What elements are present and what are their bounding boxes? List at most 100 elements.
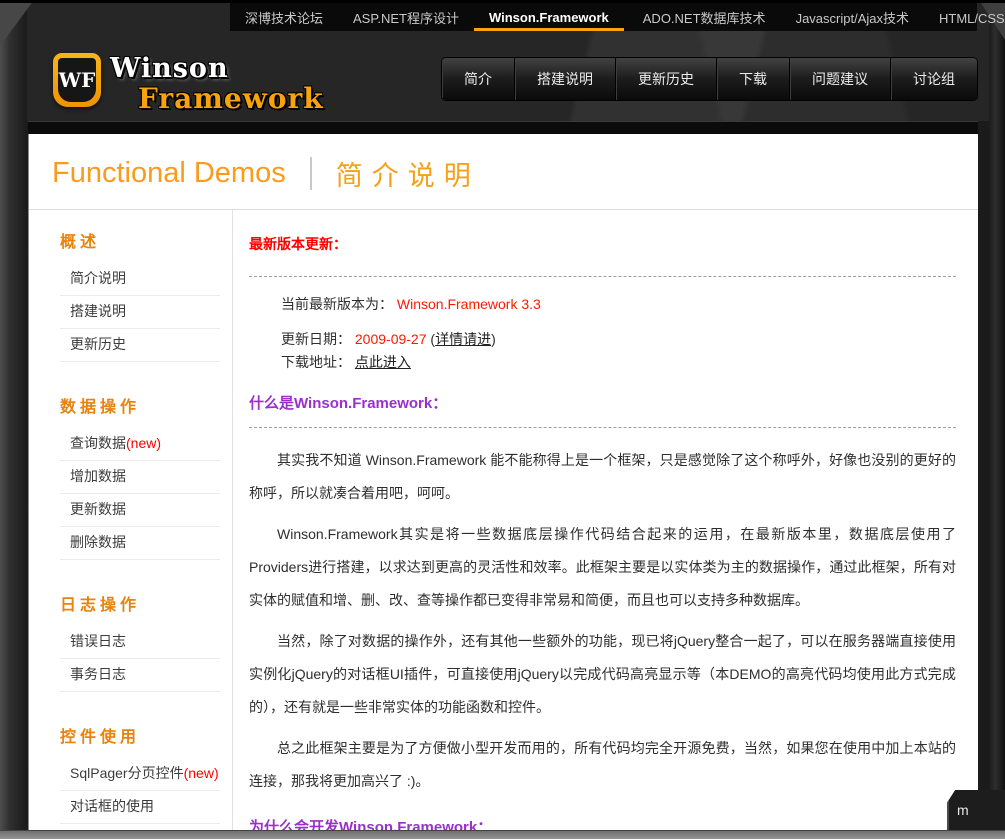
sidebar-item-label: 更新历史 (70, 336, 126, 352)
dashed-divider (249, 276, 956, 277)
sidebar-item[interactable]: 搭建说明 (60, 296, 220, 329)
sidebar-section: 概述 简介说明搭建说明更新历史 (60, 228, 232, 362)
update-date-label: 更新日期： (281, 331, 351, 347)
top-tab-label: Javascript/Ajax技术 (796, 8, 909, 27)
frame-top-edge (0, 0, 1005, 3)
download-link[interactable]: 点此进入 (355, 354, 411, 370)
content-top-strip (28, 121, 978, 134)
wf-logo-icon: WF (53, 53, 101, 107)
content-columns: 概述 简介说明搭建说明更新历史 数据操作 查询数据(new)增加数据更新数据删除… (29, 210, 978, 830)
nav-button[interactable]: 下载 (717, 58, 790, 100)
paren-close: ) (491, 331, 496, 347)
page-background: 深博技术论坛 ASP.NET程序设计 Winson.Framework ADO.… (0, 0, 1005, 839)
frame-left-edge (0, 0, 27, 831)
sidebar-item-label: 删除数据 (70, 534, 126, 550)
content-body: Functional Demos 简介说明 概述 简介说明搭建说明更新历史 数据… (28, 134, 978, 830)
top-tab[interactable]: ADO.NET数据库技术 (628, 3, 781, 31)
watermark-text: m (957, 802, 969, 818)
sidebar-item-label: 简介说明 (70, 270, 126, 286)
page-title-en: Functional Demos (52, 157, 286, 190)
logo-title: Winson (110, 55, 324, 82)
top-tab[interactable]: 深博技术论坛 (230, 3, 338, 31)
sidebar-item[interactable]: SqlPager分页控件(new) (60, 758, 220, 791)
nav-button[interactable]: 搭建说明 (515, 58, 616, 100)
sidebar: 概述 简介说明搭建说明更新历史 数据操作 查询数据(new)增加数据更新数据删除… (29, 210, 233, 830)
article-section: 为什么会开发Winson.Framework： 开发这个框架，是因为我发现如果做… (249, 816, 956, 830)
article-sections: 什么是Winson.Framework： 其实我不知道 Winson.Frame… (249, 392, 956, 830)
section-heading: 什么是Winson.Framework： (249, 392, 956, 413)
update-date-value: 2009-09-27 (355, 331, 427, 347)
page-title: Functional Demos 简介说明 (29, 134, 978, 209)
logo-subtitle: Framework (138, 85, 324, 113)
top-tab[interactable]: ASP.NET程序设计 (338, 3, 474, 31)
section-paragraphs: 其实我不知道 Winson.Framework 能不能称得上是一个框架，只是感觉… (249, 444, 956, 798)
logo-badge-text: WF (58, 58, 96, 102)
frame-bottom-edge (0, 830, 1005, 839)
sidebar-list: 简介说明搭建说明更新历史 (60, 263, 220, 362)
top-tab-bar: 深博技术论坛 ASP.NET程序设计 Winson.Framework ADO.… (230, 3, 977, 31)
download-line: 下载地址： 点此进入 (281, 351, 956, 374)
sidebar-section-title: 日志操作 (60, 591, 232, 615)
sidebar-section-title: 概述 (60, 228, 232, 252)
sidebar-list: SqlPager分页控件(new)对话框的使用弹出框的使用TagCloud的使用… (60, 758, 220, 830)
sidebar-item-label: 搭建说明 (70, 303, 126, 319)
sidebar-section: 控件使用 SqlPager分页控件(new)对话框的使用弹出框的使用TagClo… (60, 723, 232, 830)
sidebar-item[interactable]: 删除数据 (60, 527, 220, 560)
sidebar-section-title: 控件使用 (60, 723, 232, 747)
sidebar-item[interactable]: 查询数据(new) (60, 428, 220, 461)
version-value: Winson.Framework 3.3 (397, 296, 541, 312)
nav-button[interactable]: 更新历史 (616, 58, 717, 100)
update-date-line: 更新日期： 2009-09-27 (详情请进) (281, 328, 956, 351)
top-tab[interactable]: Winson.Framework (474, 3, 624, 31)
sidebar-list: 错误日志事务日志 (60, 626, 220, 692)
sidebar-item-label: 增加数据 (70, 468, 126, 484)
page-title-zh: 简介说明 (336, 154, 480, 193)
sidebar-section: 日志操作 错误日志事务日志 (60, 591, 232, 692)
sidebar-list: 查询数据(new) 增加数据更新数据删除数据 (60, 428, 220, 560)
sidebar-item-label: 查询数据 (70, 435, 126, 451)
top-tab-label: ASP.NET程序设计 (353, 8, 459, 27)
sidebar-item-label: SqlPager分页控件 (70, 765, 184, 781)
paragraph: 当然，除了对数据的操作外，还有其他一些额外的功能，现已将jQuery整合一起了，… (249, 625, 956, 724)
sidebar-section: 数据操作 查询数据(new) 增加数据更新数据删除数据 (60, 393, 232, 560)
new-badge: (new) (184, 765, 219, 781)
corner-watermark: m (947, 790, 1005, 830)
logo-text: Winson Framework (110, 53, 324, 113)
sidebar-item-label: 更新数据 (70, 501, 126, 517)
sidebar-item[interactable]: 事务日志 (60, 659, 220, 692)
main-nav: 简介搭建说明更新历史下载问题建议讨论组 (442, 58, 977, 100)
content-panel: Functional Demos 简介说明 概述 简介说明搭建说明更新历史 数据… (28, 121, 978, 830)
paragraph: 其实我不知道 Winson.Framework 能不能称得上是一个框架，只是感觉… (249, 444, 956, 510)
details-link[interactable]: 详情请进 (435, 331, 491, 347)
paragraph: 总之此框架主要是为了方便做小型开发而用的，所有代码均完全开源免费，当然，如果您在… (249, 732, 956, 798)
sidebar-item[interactable]: 更新历史 (60, 329, 220, 362)
title-divider (310, 157, 312, 190)
sidebar-item[interactable]: 简介说明 (60, 263, 220, 296)
new-badge: (new) (126, 435, 161, 451)
version-label: 当前最新版本为： (281, 296, 393, 312)
section-heading: 为什么会开发Winson.Framework： (249, 816, 956, 830)
top-tab-label: 深博技术论坛 (245, 8, 323, 27)
dashed-divider (249, 427, 956, 428)
current-version-line: 当前最新版本为： Winson.Framework 3.3 (281, 293, 956, 316)
sidebar-item-label: 错误日志 (70, 633, 126, 649)
site-logo[interactable]: WF Winson Framework (53, 53, 324, 113)
sidebar-section-title: 数据操作 (60, 393, 232, 417)
sidebar-item[interactable]: 对话框的使用 (60, 791, 220, 824)
nav-button[interactable]: 问题建议 (790, 58, 891, 100)
sidebar-item[interactable]: 更新数据 (60, 494, 220, 527)
top-tab-label: HTML/CSS技术 (939, 8, 1005, 27)
sidebar-item-label: 事务日志 (70, 666, 126, 682)
frame-right-edge (989, 0, 1005, 831)
top-tab[interactable]: HTML/CSS技术 (924, 3, 1005, 31)
nav-button[interactable]: 讨论组 (891, 58, 977, 100)
sidebar-item-label: 对话框的使用 (70, 798, 154, 814)
version-meta: 当前最新版本为： Winson.Framework 3.3 更新日期： 2009… (249, 293, 956, 374)
sidebar-item[interactable]: 错误日志 (60, 626, 220, 659)
main-content: 最新版本更新： 当前最新版本为： Winson.Framework 3.3 更新… (233, 210, 978, 830)
nav-button[interactable]: 简介 (442, 58, 515, 100)
paragraph: Winson.Framework其实是将一些数据底层操作代码结合起来的运用，在最… (249, 518, 956, 617)
top-tab[interactable]: Javascript/Ajax技术 (781, 3, 924, 31)
top-tab-label: Winson.Framework (489, 10, 609, 25)
sidebar-item[interactable]: 增加数据 (60, 461, 220, 494)
